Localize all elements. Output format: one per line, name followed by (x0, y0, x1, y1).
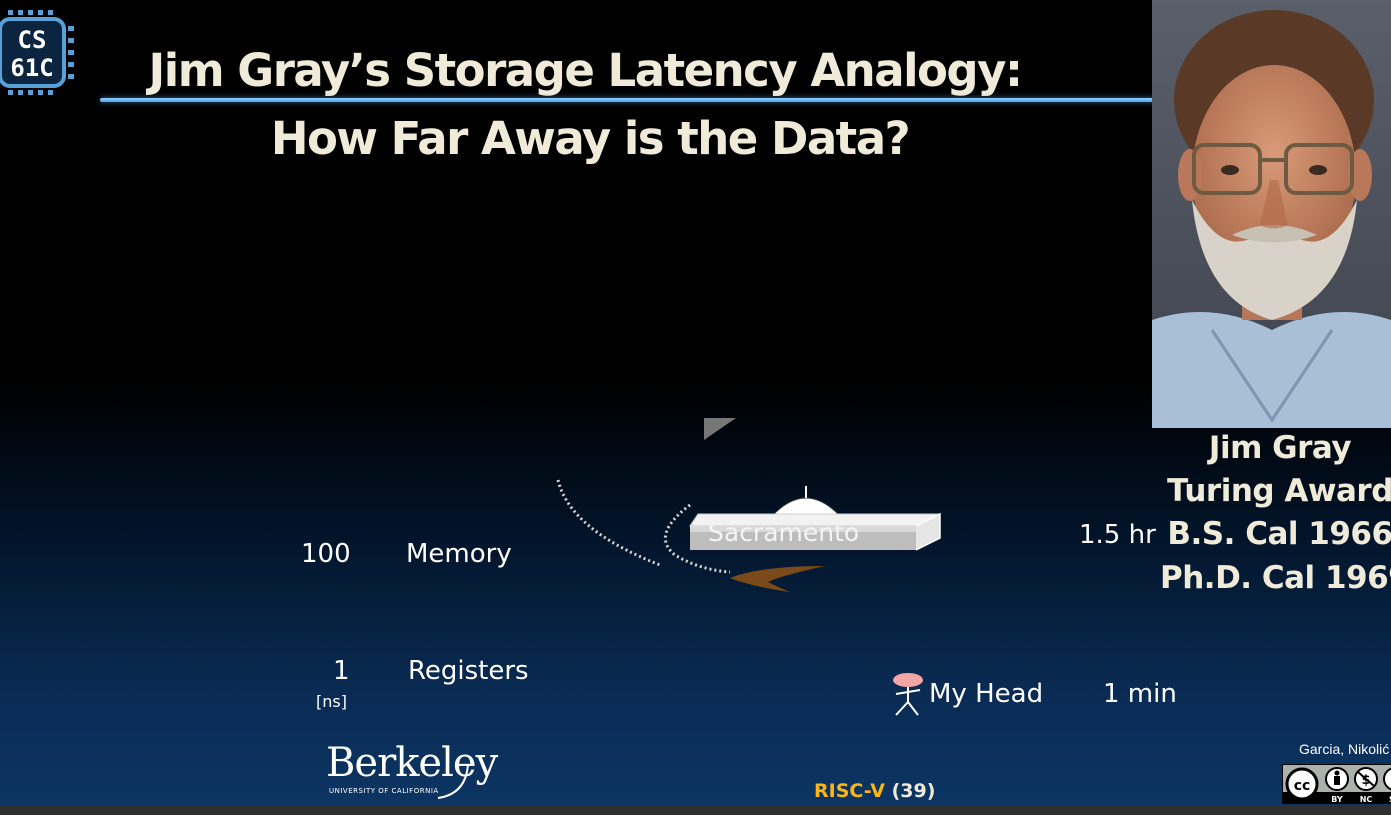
registers-time: 1 min (1103, 679, 1177, 709)
slide-title-line1: Jim Gray’s Storage Latency Analogy: (148, 44, 1023, 97)
bottom-bar (0, 805, 1391, 815)
stick-figure-icon (893, 673, 923, 716)
svg-text:cc: cc (1294, 778, 1311, 794)
caption-name: Jim Gray (1208, 430, 1352, 466)
footer-page-number: (39) (891, 780, 936, 802)
place-sacramento: Sacramento (708, 518, 860, 547)
slide-footer: RISC-V (39) (814, 780, 935, 802)
portrait-photo (1152, 0, 1391, 428)
caption-bs: B.S. Cal 1966 (1167, 516, 1391, 552)
slide-title-line2: How Far Away is the Data? (270, 112, 911, 165)
creative-commons-license-icon: cc $ BY NC SA (1282, 764, 1391, 804)
author-credit: Garcia, Nikolić (1299, 741, 1390, 757)
memory-latency: 100 (301, 539, 351, 569)
latency-unit: [ns] (316, 692, 347, 711)
triangle-shape (704, 418, 736, 440)
caption-award: Turing Award (1167, 473, 1391, 509)
license-nc: NC (1360, 795, 1373, 804)
berkeley-subtitle: UNIVERSITY OF CALIFORNIA (329, 787, 439, 795)
license-by: BY (1331, 795, 1343, 804)
berkeley-logo: Berkeley UNIVERSITY OF CALIFORNIA (326, 740, 498, 800)
title-underline (100, 98, 1155, 102)
registers-latency: 1 (333, 656, 350, 686)
memory-label: Memory (406, 539, 512, 569)
berkeley-swoosh-icon (437, 763, 469, 799)
memory-time: 1.5 hr (1079, 520, 1156, 550)
registers-label: Registers (408, 656, 529, 686)
footer-topic: RISC-V (814, 780, 885, 802)
place-my-head: My Head (929, 679, 1044, 709)
caption-phd: Ph.D. Cal 1969 (1160, 560, 1391, 596)
